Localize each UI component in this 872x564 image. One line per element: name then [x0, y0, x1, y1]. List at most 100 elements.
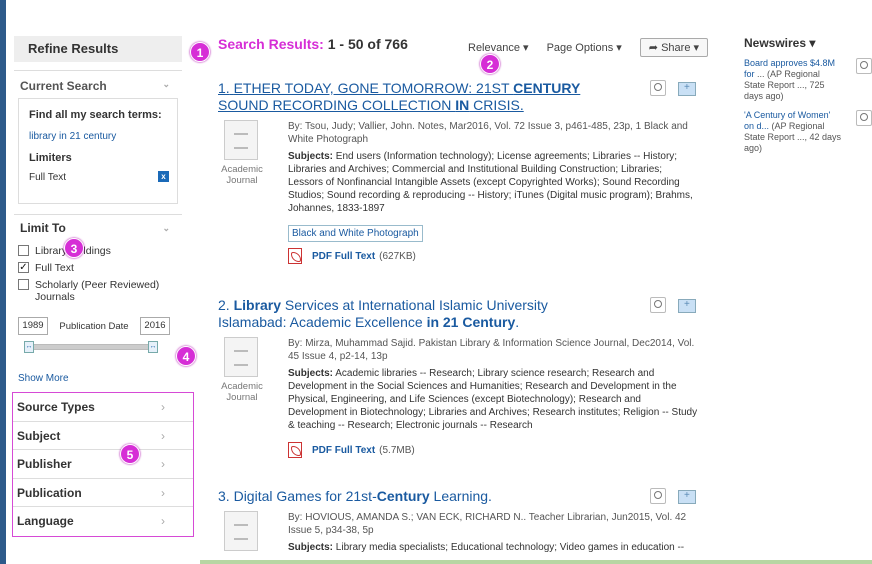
result-tools — [650, 488, 696, 504]
preview-magnifier-icon[interactable] — [856, 58, 872, 74]
title-part: CRISIS. — [469, 97, 524, 113]
result-title-link[interactable]: 1. ETHER TODAY, GONE TOMORROW: 21ST CENT… — [218, 80, 698, 114]
preview-magnifier-icon[interactable] — [650, 488, 666, 504]
result-number: 3. — [218, 488, 230, 504]
result-subjects: Subjects: Academic libraries -- Research… — [288, 367, 698, 432]
annotation-badge-4: 4 — [176, 346, 196, 366]
checkbox-label: Full Text — [35, 262, 74, 274]
share-label: Share ▾ — [661, 41, 700, 54]
chevron-right-icon: › — [161, 457, 165, 471]
limit-to-heading: Limit To — [20, 221, 66, 235]
subjects-text: Academic libraries -- Research; Library … — [288, 368, 698, 431]
result-title-link[interactable]: 2. Library Services at International Isl… — [218, 297, 698, 331]
result-subjects: Subjects: End users (Information technol… — [288, 150, 698, 215]
results-toolbar: Relevance ▾ Page Options ▾ ➦ Share ▾ — [468, 36, 709, 58]
limit-to-header[interactable]: Limit To ⌄ — [14, 214, 182, 240]
result-item: 3. Digital Games for 21st-Century Learni… — [218, 488, 698, 554]
limit-library-holdings[interactable]: Library Holdings — [18, 245, 178, 257]
result-byline: By: Tsou, Judy; Vallier, John. Notes, Ma… — [288, 121, 688, 145]
pdf-full-text-link[interactable]: PDF Full Text — [312, 250, 375, 263]
search-term-link[interactable]: library in 21 century — [29, 131, 169, 142]
pdf-icon[interactable] — [288, 442, 302, 458]
facet-label: Language — [17, 514, 74, 528]
annotation-badge-1: 1 — [190, 42, 210, 62]
subjects-label: Subjects: — [288, 542, 334, 553]
result-body: Academic Journal By: Tsou, Judy; Vallier… — [218, 120, 698, 264]
image-tag[interactable]: Black and White Photograph — [288, 225, 423, 242]
date-to-input[interactable]: 2016 — [140, 317, 170, 335]
limit-full-text[interactable]: ✓ Full Text — [18, 262, 178, 274]
document-icon — [224, 120, 258, 160]
result-title-link[interactable]: 3. Digital Games for 21st-Century Learni… — [218, 488, 698, 505]
facet-language[interactable]: Language › — [13, 507, 193, 536]
chevron-down-icon[interactable]: ⌄ — [162, 79, 170, 90]
subjects-text: Library media specialists; Educational t… — [335, 542, 685, 553]
add-to-folder-icon[interactable] — [678, 490, 696, 504]
document-icon — [224, 511, 258, 551]
annotation-badge-5: 5 — [120, 444, 140, 464]
newswires-title[interactable]: Newswires ▾ — [744, 36, 872, 50]
remove-limiter-icon[interactable]: x — [158, 171, 169, 182]
current-search-heading: Current Search — [20, 79, 107, 93]
pdf-size: (5.7MB) — [379, 444, 415, 456]
bottom-divider — [200, 560, 872, 564]
publication-type: Academic Journal — [221, 381, 263, 403]
date-range-slider[interactable]: ↔ ↔ — [24, 339, 158, 355]
checkbox-library-holdings[interactable] — [18, 245, 29, 256]
current-search-header[interactable]: Current Search ⌄ — [14, 70, 182, 98]
checkbox-scholarly[interactable] — [18, 279, 29, 290]
pdf-icon[interactable] — [288, 248, 302, 264]
add-to-folder-icon[interactable] — [678, 82, 696, 96]
subjects-text: End users (Information technology); Lice… — [288, 151, 693, 214]
preview-magnifier-icon[interactable] — [856, 110, 872, 126]
publication-date-row: 1989 Publication Date 2016 — [18, 317, 182, 335]
chevron-down-icon[interactable]: ⌄ — [162, 223, 170, 234]
slider-track — [30, 344, 152, 350]
chevron-right-icon: › — [161, 428, 165, 443]
limiter-row: Full Text x — [29, 171, 169, 183]
pdf-full-text-row: PDF Full Text (5.7MB) — [288, 442, 698, 458]
title-highlight: Library — [233, 297, 282, 313]
checkbox-full-text[interactable]: ✓ — [18, 262, 29, 273]
preview-magnifier-icon[interactable] — [650, 297, 666, 313]
results-label: Search Results: — [218, 36, 324, 52]
pdf-full-text-link[interactable]: PDF Full Text — [312, 444, 375, 457]
result-tools — [650, 80, 696, 96]
newswire-item: 'A Century of Women' on d... (AP Regiona… — [744, 110, 872, 154]
result-details: By: Mirza, Muhammad Sajid. Pakistan Libr… — [288, 337, 698, 458]
limiters-heading: Limiters — [29, 152, 72, 164]
title-part: SOUND RECORDING COLLECTION — [218, 97, 456, 113]
result-item: 2. Library Services at International Isl… — [218, 297, 698, 458]
publication-type: Academic Journal — [221, 164, 263, 186]
limit-scholarly[interactable]: Scholarly (Peer Reviewed) Journals — [18, 279, 178, 303]
checkbox-label: Scholarly (Peer Reviewed) Journals — [35, 279, 160, 303]
facet-source-types[interactable]: Source Types › — [13, 393, 193, 422]
facet-publisher[interactable]: Publisher › — [13, 450, 193, 479]
page-options-dropdown[interactable]: Page Options ▾ — [547, 41, 622, 54]
facet-label: Publisher — [17, 457, 72, 471]
chevron-right-icon: › — [161, 400, 165, 414]
add-to-folder-icon[interactable] — [678, 299, 696, 313]
result-number: 1. — [218, 80, 230, 96]
slider-handle-left[interactable]: ↔ — [24, 341, 34, 353]
result-item: 1. ETHER TODAY, GONE TOMORROW: 21ST CENT… — [218, 80, 698, 264]
title-highlight: IN — [455, 97, 470, 113]
show-more-link[interactable]: Show More — [18, 373, 178, 384]
facet-subject[interactable]: Subject › — [13, 422, 193, 450]
result-tools — [650, 297, 696, 313]
pdf-size: (627KB) — [379, 250, 416, 262]
title-part: Learning. — [429, 488, 492, 504]
result-body: By: HOVIOUS, AMANDA S.; VAN ECK, RICHARD… — [218, 511, 698, 554]
relevance-dropdown[interactable]: Relevance ▾ — [468, 41, 529, 54]
subjects-label: Subjects: — [288, 368, 334, 379]
slider-handle-right[interactable]: ↔ — [148, 341, 158, 353]
facet-list: Source Types › Subject › Publisher › Public… — [12, 392, 194, 537]
result-subjects: Subjects: Library media specialists; Edu… — [288, 541, 698, 554]
date-from-input[interactable]: 1989 — [18, 317, 48, 335]
title-part: ETHER TODAY, GONE TOMORROW: 21ST — [233, 80, 514, 96]
facet-publication[interactable]: Publication › — [13, 479, 193, 507]
limiter-label: Full Text — [29, 172, 67, 183]
share-button[interactable]: ➦ Share ▾ — [639, 37, 709, 57]
preview-magnifier-icon[interactable] — [650, 80, 666, 96]
chevron-right-icon: › — [161, 485, 165, 500]
